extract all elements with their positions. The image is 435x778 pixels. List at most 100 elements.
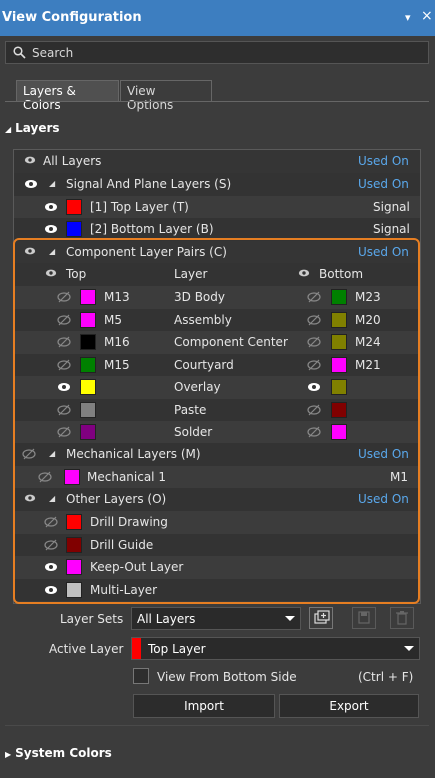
bottom-color-swatch[interactable] bbox=[331, 424, 347, 440]
system-colors-section-header[interactable]: ▶ System Colors bbox=[5, 746, 112, 760]
search-box[interactable] bbox=[5, 41, 429, 64]
tree-row-layer[interactable]: Multi-Layer bbox=[14, 578, 420, 601]
tab-view-options[interactable]: View Options bbox=[120, 80, 212, 112]
delete-layer-set-button[interactable] bbox=[390, 607, 414, 629]
title-bar: View Configuration ▾ × bbox=[0, 0, 435, 36]
section-divider bbox=[5, 725, 429, 726]
eye-hidden-icon[interactable] bbox=[307, 358, 321, 372]
tree-row-layer[interactable]: Drill Drawing bbox=[14, 511, 420, 534]
export-button[interactable]: Export bbox=[279, 694, 419, 718]
eye-icon[interactable] bbox=[44, 583, 58, 597]
used-on-link[interactable]: Used On bbox=[358, 177, 409, 191]
eye-icon[interactable] bbox=[45, 267, 59, 281]
collapse-triangle-icon[interactable]: ◢ bbox=[49, 494, 55, 503]
import-button[interactable]: Import bbox=[133, 694, 275, 718]
component-pair-row[interactable]: M16 Component Center M24 bbox=[14, 331, 420, 354]
layer-color-swatch[interactable] bbox=[66, 536, 82, 553]
component-pair-row[interactable]: Paste bbox=[14, 398, 420, 421]
eye-hidden-icon[interactable] bbox=[57, 290, 71, 304]
tree-row-layer[interactable]: Drill Guide bbox=[14, 533, 420, 556]
component-pair-row[interactable]: Overlay bbox=[14, 376, 420, 399]
bottom-color-swatch[interactable] bbox=[331, 379, 347, 395]
top-color-swatch[interactable] bbox=[80, 379, 96, 395]
layer-label: Keep-Out Layer bbox=[90, 560, 184, 574]
collapse-triangle-icon[interactable]: ◢ bbox=[49, 179, 55, 188]
layer-color-swatch[interactable] bbox=[66, 221, 82, 237]
collapse-triangle-icon[interactable]: ◢ bbox=[49, 247, 55, 256]
top-color-swatch[interactable] bbox=[80, 289, 96, 305]
top-color-swatch[interactable] bbox=[80, 356, 96, 373]
eye-icon[interactable] bbox=[44, 222, 58, 236]
bottom-color-swatch[interactable] bbox=[331, 334, 347, 350]
close-icon[interactable]: × bbox=[421, 8, 433, 24]
used-on-link[interactable]: Used On bbox=[358, 447, 409, 461]
eye-hidden-icon[interactable] bbox=[38, 470, 52, 484]
eye-hidden-icon[interactable] bbox=[44, 538, 58, 552]
tab-layers-colors[interactable]: Layers & Colors bbox=[16, 80, 119, 112]
used-on-link[interactable]: Used On bbox=[358, 245, 409, 259]
tree-row-layer[interactable]: [2] Bottom Layer (B) Signal bbox=[14, 218, 420, 241]
layer-color-swatch[interactable] bbox=[66, 514, 82, 530]
active-layer-dropdown[interactable]: Top Layer bbox=[131, 637, 420, 660]
eye-hidden-icon[interactable] bbox=[44, 515, 58, 529]
pin-menu-icon[interactable]: ▾ bbox=[405, 11, 411, 24]
eye-hidden-icon[interactable] bbox=[307, 403, 321, 417]
layer-type: Signal bbox=[373, 200, 410, 214]
collapse-triangle-icon[interactable]: ◢ bbox=[49, 449, 55, 458]
bottom-color-swatch[interactable] bbox=[331, 311, 347, 328]
col-layer-label: Layer bbox=[174, 267, 208, 281]
eye-icon[interactable] bbox=[24, 154, 38, 168]
layer-sets-dropdown[interactable]: All Layers bbox=[131, 607, 301, 630]
eye-icon[interactable] bbox=[298, 267, 312, 281]
tree-row-other-group[interactable]: ◢ Other Layers (O) Used On bbox=[14, 488, 420, 511]
view-from-bottom-checkbox[interactable] bbox=[133, 668, 149, 684]
used-on-link[interactable]: Used On bbox=[358, 492, 409, 506]
eye-icon[interactable] bbox=[307, 380, 321, 394]
search-input[interactable] bbox=[32, 44, 412, 61]
tree-row-mechanical-group[interactable]: ◢ Mechanical Layers (M) Used On bbox=[14, 443, 420, 466]
tree-row-all-layers[interactable]: All Layers Used On bbox=[14, 150, 420, 173]
save-layer-set-button[interactable] bbox=[352, 607, 376, 629]
layers-section-header[interactable]: ◢ Layers bbox=[5, 121, 60, 135]
eye-icon[interactable] bbox=[57, 380, 71, 394]
layer-color-swatch[interactable] bbox=[66, 581, 82, 598]
eye-hidden-icon[interactable] bbox=[57, 335, 71, 349]
component-pair-row[interactable]: M13 3D Body M23 bbox=[14, 286, 420, 309]
tree-row-layer[interactable]: Mechanical 1 M1 bbox=[14, 466, 420, 489]
system-colors-label: System Colors bbox=[15, 746, 112, 760]
tree-row-signal-group[interactable]: ◢ Signal And Plane Layers (S) Used On bbox=[14, 173, 420, 196]
eye-icon[interactable] bbox=[24, 245, 38, 259]
eye-hidden-icon[interactable] bbox=[307, 290, 321, 304]
layer-color-swatch[interactable] bbox=[66, 199, 82, 215]
eye-icon[interactable] bbox=[44, 200, 58, 214]
bottom-color-swatch[interactable] bbox=[331, 356, 347, 373]
add-layer-set-button[interactable] bbox=[309, 607, 333, 629]
eye-icon[interactable] bbox=[24, 177, 38, 191]
component-pair-row[interactable]: Solder bbox=[14, 421, 420, 444]
top-color-swatch[interactable] bbox=[80, 334, 96, 350]
tree-row-component-group[interactable]: ◢ Component Layer Pairs (C) Used On bbox=[14, 241, 420, 264]
top-color-swatch[interactable] bbox=[80, 401, 96, 418]
top-color-swatch[interactable] bbox=[80, 424, 96, 440]
bottom-color-swatch[interactable] bbox=[331, 401, 347, 418]
component-pair-row[interactable]: M15 Courtyard M21 bbox=[14, 353, 420, 376]
eye-icon[interactable] bbox=[44, 560, 58, 574]
component-pair-row[interactable]: M5 Assembly M20 bbox=[14, 308, 420, 331]
used-on-link[interactable]: Used On bbox=[358, 154, 409, 168]
tree-row-layer[interactable]: Keep-Out Layer bbox=[14, 556, 420, 579]
eye-hidden-icon[interactable] bbox=[307, 425, 321, 439]
eye-hidden-icon[interactable] bbox=[57, 313, 71, 327]
eye-hidden-icon[interactable] bbox=[307, 313, 321, 327]
top-color-swatch[interactable] bbox=[80, 311, 96, 328]
layer-color-swatch[interactable] bbox=[66, 559, 82, 575]
eye-hidden-icon[interactable] bbox=[57, 403, 71, 417]
eye-icon[interactable] bbox=[24, 492, 38, 506]
eye-hidden-icon[interactable] bbox=[57, 425, 71, 439]
bottom-color-swatch[interactable] bbox=[331, 289, 347, 305]
bottom-layer-name: M21 bbox=[355, 357, 381, 372]
layer-color-swatch[interactable] bbox=[64, 469, 80, 485]
tree-row-layer[interactable]: [1] Top Layer (T) Signal bbox=[14, 196, 420, 219]
eye-hidden-icon[interactable] bbox=[57, 358, 71, 372]
eye-hidden-icon[interactable] bbox=[22, 447, 36, 461]
eye-hidden-icon[interactable] bbox=[307, 335, 321, 349]
